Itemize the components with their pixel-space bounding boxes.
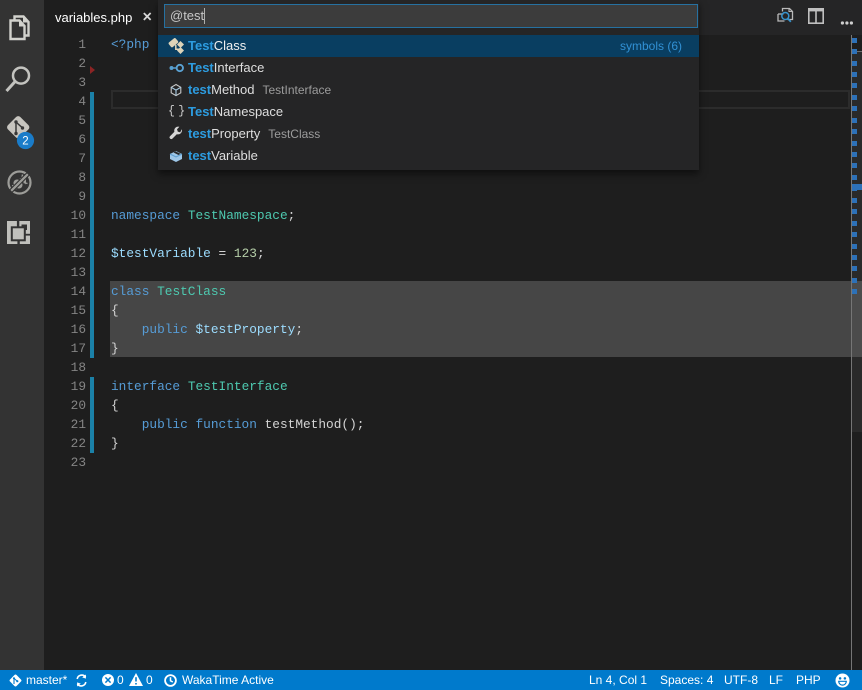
svg-text:2: 2 <box>22 136 28 148</box>
